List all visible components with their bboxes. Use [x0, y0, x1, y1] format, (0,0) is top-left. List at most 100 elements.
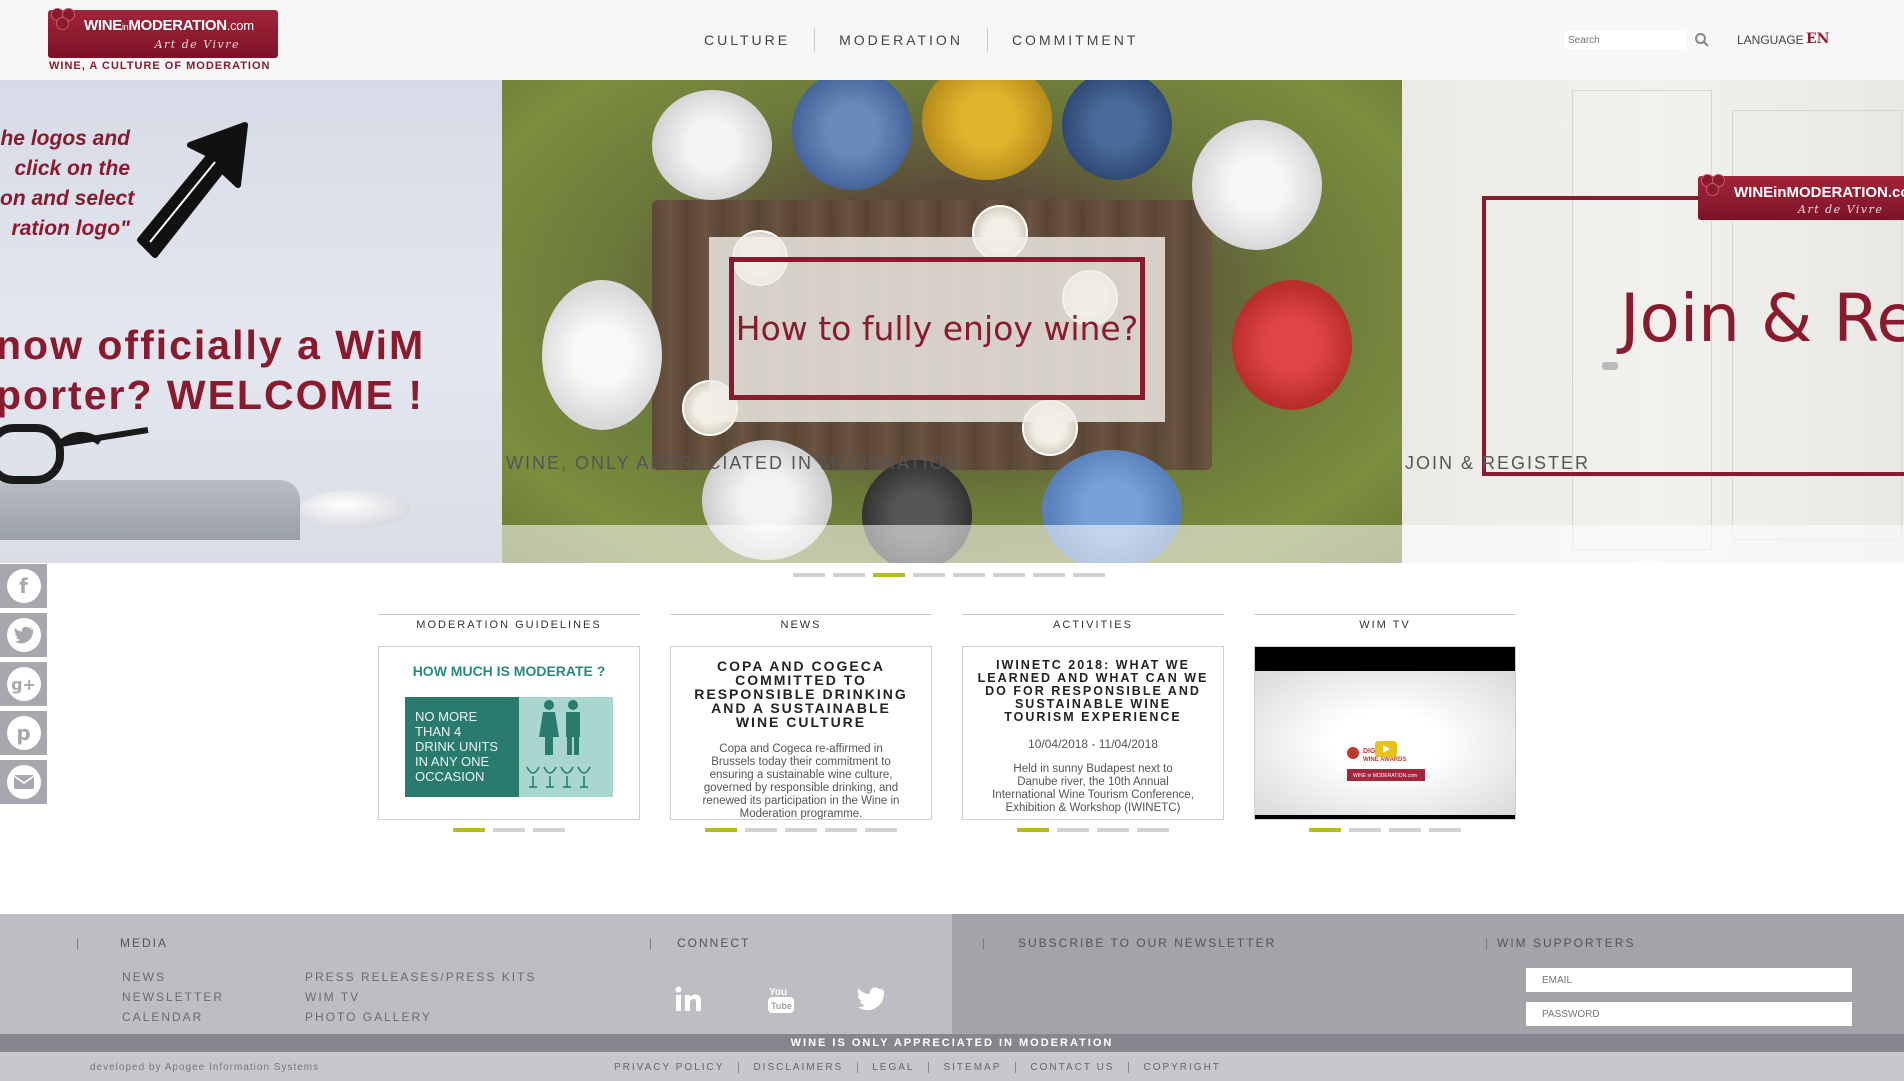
carousel-dot[interactable]: [865, 828, 897, 832]
column-moderation-guidelines: MODERATION GUIDELINES HOW MUCH IS MODERA…: [378, 614, 640, 832]
divider: |: [76, 936, 80, 950]
footer-link-privacy-policy[interactable]: PRIVACY POLICY: [614, 1062, 740, 1073]
footer-link-sitemap[interactable]: SITEMAP: [929, 1062, 1017, 1073]
guidelines-title: HOW MUCH IS MODERATE ?: [412, 663, 606, 679]
news-card[interactable]: COPA AND COGECA COMMITTED TO RESPONSIBLE…: [670, 646, 932, 820]
divider: |: [649, 936, 653, 950]
play-icon[interactable]: [1375, 741, 1397, 757]
hero-slide-dot[interactable]: [1073, 573, 1105, 577]
language-selector[interactable]: EN: [1806, 31, 1829, 47]
activities-card[interactable]: IWINETC 2018: WHAT WE LEARNED AND WHAT C…: [962, 646, 1224, 820]
footer-connect-header: CONNECT: [677, 936, 751, 950]
carousel-dot[interactable]: [1429, 828, 1461, 832]
google-plus-icon: g+: [6, 667, 41, 701]
carousel-dot[interactable]: [1309, 828, 1341, 832]
hero-slide-dot[interactable]: [1033, 573, 1065, 577]
news-title[interactable]: COPA AND COGECA COMMITTED TO RESPONSIBLE…: [681, 659, 921, 729]
column-wim-tv: WIM TV DIGITAL WINE AWARDS WINE in MODER…: [1254, 614, 1516, 832]
supporter-email-field[interactable]: [1526, 968, 1852, 992]
carousel-dot[interactable]: [1057, 828, 1089, 832]
footer-link-news[interactable]: NEWS: [122, 970, 166, 984]
hero-slide-dot[interactable]: [833, 573, 865, 577]
linkedin-icon[interactable]: [674, 984, 704, 1014]
logo-badge: WINEinMODERATION.com Art de Vivre: [48, 8, 278, 58]
footer-link-press-releases[interactable]: PRESS RELEASES/PRESS KITS: [305, 970, 536, 984]
footer-link-newsletter[interactable]: NEWSLETTER: [122, 990, 224, 1004]
person-image: [922, 80, 1052, 180]
person-image: [1062, 80, 1172, 180]
hero-slide-dot[interactable]: [793, 573, 825, 577]
activity-date: 10/04/2018 - 11/04/2018: [1028, 737, 1158, 751]
slide-logo-subtitle: Art de Vivre: [1798, 203, 1884, 216]
carousel-dot[interactable]: [825, 828, 857, 832]
divider: |: [1485, 936, 1489, 950]
facebook-share-button[interactable]: f: [0, 564, 47, 608]
hero-slide-dot[interactable]: [993, 573, 1025, 577]
nav-item-commitment[interactable]: COMMITMENT: [988, 28, 1162, 52]
nav-item-culture[interactable]: CULTURE: [680, 28, 816, 52]
footer-link-disclaimers[interactable]: DISCLAIMERS: [739, 1062, 859, 1073]
carousel-dot[interactable]: [453, 828, 485, 832]
twitter-share-button[interactable]: [0, 613, 47, 657]
hero-carousel: he logos and click on the on and select …: [0, 80, 1904, 563]
slide-enjoy-wine[interactable]: How to fully enjoy wine?: [502, 80, 1402, 563]
footer-link-contact-us[interactable]: CONTACT US: [1016, 1062, 1130, 1073]
hero-slide-dot[interactable]: [953, 573, 985, 577]
svg-text:You: You: [769, 987, 787, 998]
site-logo[interactable]: WINEinMODERATION.com Art de Vivre WINE, …: [48, 8, 278, 72]
column-activities: ACTIVITIES IWINETC 2018: WHAT WE LEARNED…: [962, 614, 1224, 832]
carousel-dot[interactable]: [493, 828, 525, 832]
footer-link-wim-tv[interactable]: WIM TV: [305, 990, 360, 1004]
youtube-icon[interactable]: You Tube: [766, 984, 796, 1014]
divider: |: [982, 936, 986, 950]
supporter-password-field[interactable]: [1526, 1002, 1852, 1026]
carousel-dot[interactable]: [705, 828, 737, 832]
svg-text:Tube: Tube: [771, 1001, 792, 1011]
carousel-dot[interactable]: [533, 828, 565, 832]
main-nav: CULTURE MODERATION COMMITMENT: [680, 28, 1162, 52]
logo-instructions-text: he logos and click on the on and select …: [0, 127, 135, 240]
slide-caption-join-register[interactable]: JOIN & REGISTER: [1405, 453, 1590, 474]
slide-logo: WINEinMODERATION.co Art de Vivre: [1698, 174, 1904, 220]
facebook-icon: f: [6, 569, 41, 603]
page: WINEinMODERATION.com Art de Vivre WINE, …: [0, 0, 1904, 1081]
mouse-image: [300, 490, 410, 528]
hero-slide-dot[interactable]: [873, 573, 905, 577]
hero-slide-dot[interactable]: [913, 573, 945, 577]
slide-join-register[interactable]: Join & Re WINEinMODERATION.co Art de Viv…: [1402, 80, 1904, 563]
email-share-button[interactable]: [0, 760, 47, 804]
people-glasses-icon: [526, 700, 591, 788]
hero-pagination: [793, 573, 1105, 577]
carousel-dot[interactable]: [1389, 828, 1421, 832]
twitter-icon[interactable]: [856, 984, 886, 1014]
carousel-dot[interactable]: [1097, 828, 1129, 832]
carousel-dot[interactable]: [1017, 828, 1049, 832]
news-pagination: [670, 828, 932, 832]
pinterest-icon: p: [6, 716, 41, 750]
activity-title[interactable]: IWINETC 2018: WHAT WE LEARNED AND WHAT C…: [973, 659, 1213, 724]
language-label: LANGUAGE: [1737, 33, 1804, 47]
pinterest-share-button[interactable]: p: [0, 711, 47, 755]
enjoy-wine-title: How to fully enjoy wine?: [735, 309, 1139, 348]
video-player[interactable]: DIGITAL WINE AWARDS WINE in MODERATION.c…: [1254, 646, 1516, 820]
footer-link-calendar[interactable]: CALENDAR: [122, 1010, 203, 1024]
carousel-dot[interactable]: [745, 828, 777, 832]
footer-link-photo-gallery[interactable]: PHOTO GALLERY: [305, 1010, 432, 1024]
person-image: [652, 90, 772, 200]
developer-credit[interactable]: developed by Apogee Information Systems: [90, 1062, 319, 1073]
search-icon[interactable]: [1694, 32, 1710, 48]
news-excerpt: Copa and Cogeca re-affirmed in Brussels …: [702, 743, 900, 820]
guidelines-figures: [519, 697, 613, 797]
slide-caption-enjoy-wine[interactable]: WINE, ONLY APPRECIATED IN MODERATION: [506, 453, 961, 474]
carousel-dot[interactable]: [1349, 828, 1381, 832]
carousel-dot[interactable]: [1137, 828, 1169, 832]
carousel-dot[interactable]: [785, 828, 817, 832]
site-header: WINEinMODERATION.com Art de Vivre WINE, …: [0, 0, 1904, 80]
google-plus-share-button[interactable]: g+: [0, 662, 47, 706]
search-input[interactable]: [1564, 31, 1686, 49]
footer-link-copyright[interactable]: COPYRIGHT: [1129, 1062, 1234, 1073]
guidelines-card[interactable]: HOW MUCH IS MODERATE ? NO MORE THAN 4 DR…: [378, 646, 640, 820]
footer-link-legal[interactable]: LEGAL: [858, 1062, 930, 1073]
slide-welcome-supporter[interactable]: he logos and click on the on and select …: [0, 80, 502, 563]
nav-item-moderation[interactable]: MODERATION: [815, 28, 988, 52]
